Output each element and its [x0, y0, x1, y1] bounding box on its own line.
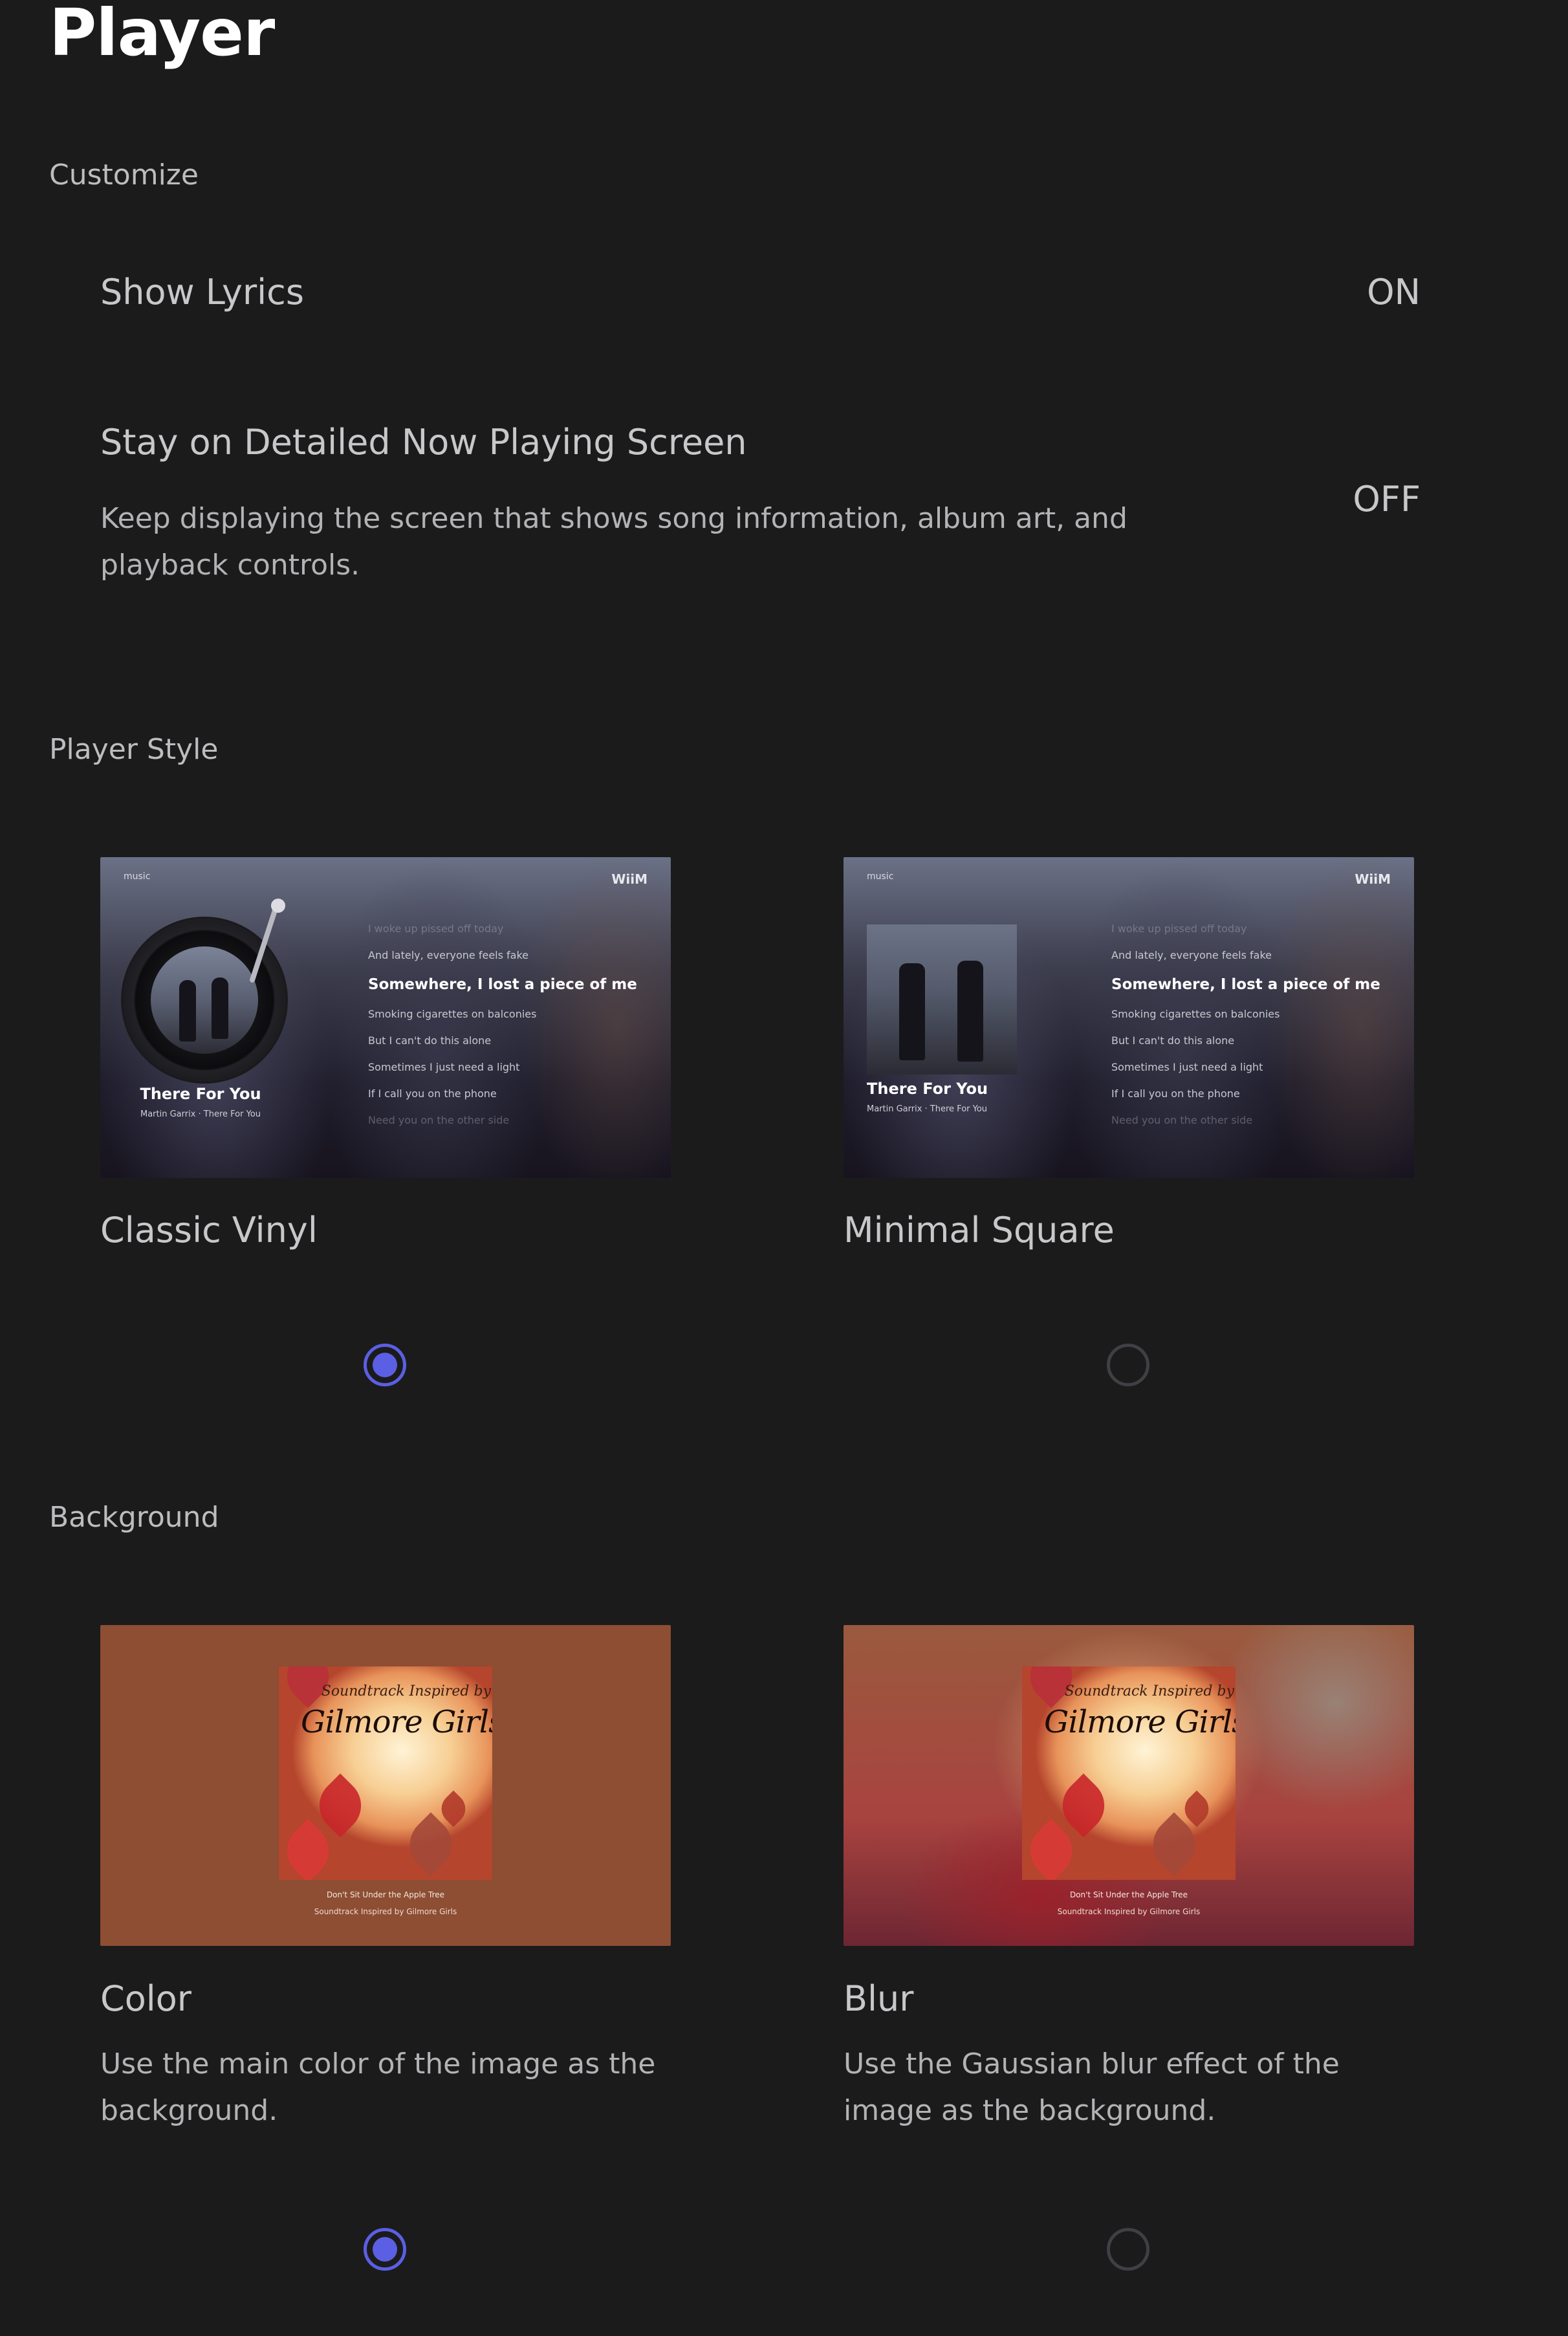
- song-subtitle: Martin Garrix · There For You: [140, 1109, 261, 1119]
- lyric-line: And lately, everyone feels fake: [1111, 949, 1272, 961]
- blur-background-preview[interactable]: Soundtrack Inspired by Gilmore Girls Don…: [844, 1625, 1414, 1946]
- show-lyrics-row[interactable]: Show Lyrics ON: [49, 252, 1421, 336]
- blur-radio[interactable]: [1107, 2228, 1149, 2271]
- classic-vinyl-radio[interactable]: [364, 1344, 406, 1386]
- song-title: There For You: [140, 1085, 261, 1103]
- lyric-line: But I can't do this alone: [368, 1034, 492, 1047]
- wiim-logo: WiiM: [1355, 871, 1391, 887]
- album-cover: Soundtrack Inspired by Gilmore Girls: [1022, 1666, 1236, 1880]
- lyric-line-active: Somewhere, I lost a piece of me: [368, 976, 637, 993]
- stay-on-detailed-label: Stay on Detailed Now Playing Screen: [100, 422, 747, 463]
- lyric-line: And lately, everyone feels fake: [368, 949, 529, 961]
- now-playing-song: Don't Sit Under the Apple Tree: [1069, 1890, 1188, 1899]
- classic-vinyl-preview[interactable]: music WiiM There For You Martin Garrix ·…: [100, 857, 671, 1178]
- album-cover: Soundtrack Inspired by Gilmore Girls: [279, 1666, 492, 1880]
- show-lyrics-label: Show Lyrics: [100, 272, 304, 312]
- song-title: There For You: [867, 1080, 988, 1098]
- color-label: Color: [100, 1978, 191, 2019]
- lyric-line: Need you on the other side: [1111, 1114, 1253, 1126]
- album-art: [867, 924, 1017, 1075]
- color-background-preview[interactable]: Soundtrack Inspired by Gilmore Girls Don…: [100, 1625, 671, 1946]
- lyric-line: Sometimes I just need a light: [1111, 1061, 1263, 1073]
- lyric-line: But I can't do this alone: [1111, 1034, 1235, 1047]
- now-playing-song: Don't Sit Under the Apple Tree: [326, 1890, 445, 1899]
- amazon-music-logo: music: [867, 871, 894, 882]
- lyric-line: Smoking cigarettes on balconies: [368, 1008, 537, 1020]
- blur-description: Use the Gaussian blur effect of the imag…: [844, 2047, 1340, 2127]
- minimal-square-radio[interactable]: [1107, 1344, 1149, 1386]
- show-lyrics-value[interactable]: ON: [1226, 272, 1421, 312]
- album-art: [151, 946, 258, 1054]
- color-description: Use the main color of the image as the b…: [100, 2047, 656, 2127]
- lyric-line: Smoking cigarettes on balconies: [1111, 1008, 1280, 1020]
- classic-vinyl-label: Classic Vinyl: [100, 1210, 318, 1250]
- page-title: Player: [49, 0, 275, 71]
- lyrics-list: I woke up pissed off today And lately, e…: [1111, 915, 1396, 1133]
- blur-label: Blur: [844, 1978, 914, 2019]
- wiim-logo: WiiM: [611, 871, 648, 887]
- lyric-line: I woke up pissed off today: [1111, 922, 1247, 935]
- lyric-line: If I call you on the phone: [1111, 1087, 1240, 1100]
- lyrics-list: I woke up pissed off today And lately, e…: [368, 915, 653, 1133]
- stay-on-detailed-description: Keep displaying the screen that shows so…: [100, 502, 1127, 582]
- lyric-line-active: Somewhere, I lost a piece of me: [1111, 976, 1380, 993]
- tonearm-head: [271, 899, 285, 913]
- section-title-player-style: Player Style: [49, 733, 219, 766]
- now-playing-album: Soundtrack Inspired by Gilmore Girls: [1057, 1907, 1201, 1916]
- section-title-background: Background: [49, 1501, 219, 1534]
- section-title-customize: Customize: [49, 158, 199, 191]
- lyric-line: Need you on the other side: [368, 1114, 510, 1126]
- now-playing-album: Soundtrack Inspired by Gilmore Girls: [314, 1907, 457, 1916]
- lyric-line: If I call you on the phone: [368, 1087, 497, 1100]
- lyric-line: I woke up pissed off today: [368, 922, 504, 935]
- stay-on-detailed-row[interactable]: Stay on Detailed Now Playing Screen Keep…: [49, 408, 1421, 602]
- album-subtitle: Soundtrack Inspired by: [321, 1683, 491, 1699]
- minimal-square-label: Minimal Square: [844, 1210, 1115, 1250]
- album-title: Gilmore Girls: [1044, 1704, 1236, 1740]
- stay-on-detailed-value[interactable]: OFF: [1226, 479, 1421, 519]
- album-title: Gilmore Girls: [301, 1704, 492, 1740]
- amazon-music-logo: music: [124, 871, 151, 882]
- song-subtitle: Martin Garrix · There For You: [867, 1104, 988, 1114]
- minimal-square-preview[interactable]: music WiiM There For You Martin Garrix ·…: [844, 857, 1414, 1178]
- color-radio[interactable]: [364, 2228, 406, 2271]
- lyric-line: Sometimes I just need a light: [368, 1061, 520, 1073]
- album-subtitle: Soundtrack Inspired by: [1064, 1683, 1234, 1699]
